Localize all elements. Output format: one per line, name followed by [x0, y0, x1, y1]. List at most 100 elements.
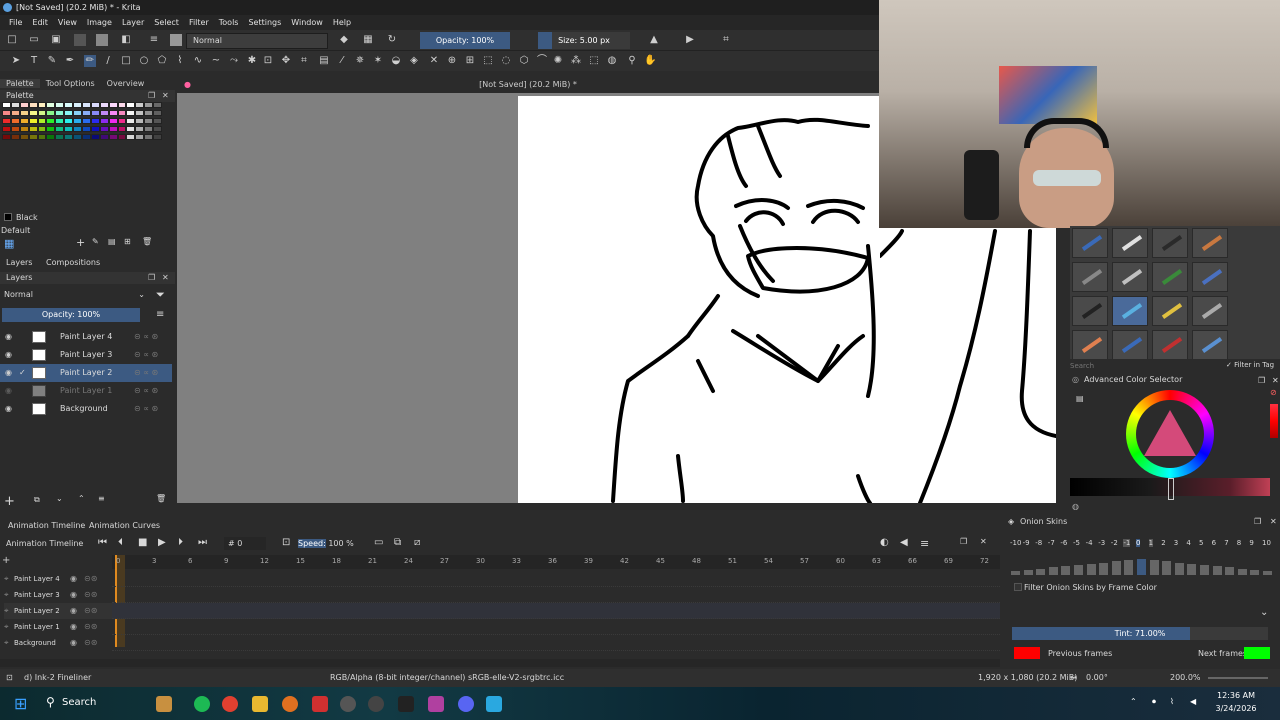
onion-opacity-bar[interactable]: [1149, 560, 1159, 575]
onion-frame-number[interactable]: 8: [1237, 539, 1241, 547]
onion-frame-number[interactable]: 5: [1199, 539, 1203, 547]
brush-preset[interactable]: [1152, 330, 1188, 360]
onion-opacity-bar[interactable]: [1174, 562, 1184, 575]
add-layer-icon[interactable]: +: [4, 494, 15, 509]
tab-palette[interactable]: Palette: [0, 78, 40, 88]
palette-swatch[interactable]: [144, 102, 154, 108]
drop-frames-icon[interactable]: ▭: [374, 537, 383, 548]
onion-frame-number[interactable]: -7: [1048, 539, 1055, 547]
frame-range-icon[interactable]: ⊡: [282, 537, 290, 548]
edit-shapes-icon[interactable]: ✎: [46, 55, 58, 67]
palette-swatch[interactable]: [90, 118, 100, 124]
onion-frame-number[interactable]: 7: [1224, 539, 1228, 547]
layer-properties-icon[interactable]: ≡: [98, 494, 105, 503]
menu-view[interactable]: View: [58, 18, 77, 27]
palette-swatch[interactable]: [99, 118, 109, 124]
hue-ring[interactable]: [1126, 390, 1214, 478]
polygon-tool-icon[interactable]: ⬠: [156, 55, 168, 67]
palette-swatch[interactable]: [73, 134, 82, 140]
save-icon[interactable]: ▣: [50, 34, 62, 46]
palette-swatch[interactable]: [2, 126, 11, 132]
previous-frame-icon[interactable]: ⏴: [118, 537, 123, 548]
palette-swatch[interactable]: [126, 134, 136, 140]
layer-row[interactable]: ◉ ✓ Paint Layer 2 ⊝ ∝ ⊛: [0, 364, 172, 382]
brush-preset[interactable]: [1072, 228, 1108, 258]
volume-icon[interactable]: ◀: [1190, 697, 1196, 706]
add-swatch-icon[interactable]: +: [76, 236, 85, 249]
palette-swatch[interactable]: [46, 110, 56, 116]
palette-swatch[interactable]: [10, 102, 20, 108]
palette-swatch[interactable]: [82, 126, 91, 132]
close-icon[interactable]: ✕: [162, 273, 169, 282]
palette-swatch[interactable]: [144, 126, 154, 132]
onion-frame-number[interactable]: -8: [1035, 539, 1042, 547]
timeline-menu-icon[interactable]: ≡: [920, 537, 929, 550]
ellipse-tool-icon[interactable]: ○: [138, 55, 150, 67]
menu-settings[interactable]: Settings: [248, 18, 281, 27]
color-history-strip[interactable]: [1270, 404, 1278, 438]
visibility-icon[interactable]: ◉: [70, 603, 77, 619]
onion-opacity-bar[interactable]: [1048, 567, 1058, 575]
brush-preset[interactable]: [1192, 330, 1228, 360]
brush-preset[interactable]: [1112, 330, 1148, 360]
menu-help[interactable]: Help: [333, 18, 351, 27]
palette-swatch[interactable]: [64, 134, 74, 140]
palette-swatch[interactable]: [108, 110, 118, 116]
palette-swatch[interactable]: [108, 102, 118, 108]
timeline-track[interactable]: [112, 635, 1000, 651]
eraser-icon[interactable]: ◆: [338, 34, 350, 46]
menu-filter[interactable]: Filter: [189, 18, 209, 27]
onion-frame-number[interactable]: -5: [1073, 539, 1080, 547]
palette-swatch[interactable]: [46, 134, 56, 140]
close-icon[interactable]: ✕: [1270, 517, 1277, 526]
palette-swatch[interactable]: [19, 110, 29, 116]
frame-spinbox[interactable]: # 0: [224, 537, 266, 550]
freehand-select-icon[interactable]: ⌒: [536, 55, 548, 67]
palette-swatch[interactable]: [28, 118, 38, 124]
onion-opacity-bar[interactable]: [1036, 568, 1046, 575]
timeline-layer-row[interactable]: ⌖ Paint Layer 1 ◉ ⊝⊛: [4, 619, 112, 635]
visibility-icon[interactable]: ◉: [70, 619, 77, 635]
new-document-icon[interactable]: □: [6, 34, 18, 46]
palette-swatch[interactable]: [2, 134, 11, 140]
eye-icon[interactable]: ◉: [5, 364, 12, 382]
brush-preset[interactable]: [1072, 330, 1108, 360]
onion-frame-number[interactable]: -9: [1023, 539, 1030, 547]
layer-opacity-slider[interactable]: Opacity: 100%: [2, 308, 140, 322]
delete-layer-icon[interactable]: 🗑: [156, 494, 166, 503]
palette-swatch[interactable]: [46, 118, 56, 124]
lock-icon[interactable]: ⊝ ∝ ⊛: [134, 400, 158, 418]
palette-swatch[interactable]: [82, 110, 91, 116]
palette-swatch[interactable]: [90, 134, 100, 140]
onion-frame-number[interactable]: -10: [1010, 539, 1021, 547]
measure-icon[interactable]: ⊕: [446, 55, 458, 67]
drawing-canvas-right[interactable]: [878, 226, 1058, 505]
palette-swatch[interactable]: [153, 118, 162, 124]
pin-icon[interactable]: ⧉: [394, 537, 401, 548]
palette-swatch[interactable]: [55, 126, 65, 132]
network-icon[interactable]: ⌇: [1170, 697, 1174, 706]
palette-swatch[interactable]: [55, 134, 65, 140]
brave-icon[interactable]: [312, 696, 328, 712]
palette-swatch[interactable]: [2, 110, 11, 116]
layer-row[interactable]: ◉ Paint Layer 1 ⊝ ∝ ⊛: [0, 382, 172, 400]
menu-file[interactable]: File: [9, 18, 22, 27]
line-tool-icon[interactable]: /: [102, 55, 114, 67]
palette-swatch[interactable]: [99, 110, 109, 116]
visibility-icon[interactable]: ◉: [70, 587, 77, 603]
filter-checkbox[interactable]: [1014, 583, 1022, 591]
palette-swatch[interactable]: [19, 126, 29, 132]
eye-icon[interactable]: ◉: [5, 346, 12, 364]
visibility-icon[interactable]: ◉: [70, 571, 77, 587]
palette-swatch[interactable]: [153, 134, 162, 140]
palette-swatch[interactable]: [28, 102, 38, 108]
palette-swatch[interactable]: [73, 118, 82, 124]
palette-swatch[interactable]: [10, 110, 20, 116]
palette-swatch[interactable]: [28, 134, 38, 140]
refresh-icon[interactable]: ◍: [1072, 502, 1079, 511]
pattern-icon[interactable]: [74, 34, 86, 46]
palette-swatch[interactable]: [64, 118, 74, 124]
palette-swatch[interactable]: [90, 110, 100, 116]
discord-icon[interactable]: [458, 696, 474, 712]
palette-swatch[interactable]: [144, 134, 154, 140]
